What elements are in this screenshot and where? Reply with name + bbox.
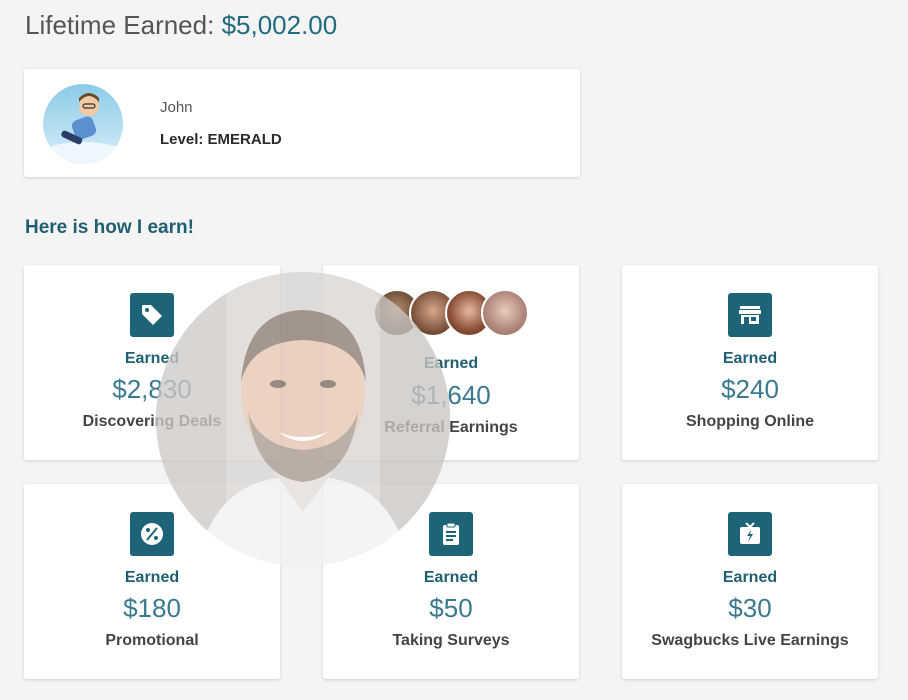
profile-level: Level: EMERALD [160, 131, 282, 148]
price-tag-icon [130, 293, 174, 337]
profile-name: John [160, 99, 193, 116]
referral-avatar [481, 289, 529, 337]
lifetime-earned-amount: $5,002.00 [221, 10, 338, 40]
clipboard-icon [429, 512, 473, 556]
percent-badge-icon [130, 512, 174, 556]
lifetime-earned-heading: Lifetime Earned: $5,002.00 [25, 10, 337, 41]
earning-category-label: Promotional [105, 632, 199, 649]
earned-value: $240 [721, 374, 779, 404]
earned-value: $50 [429, 593, 473, 623]
earned-label: Earned [722, 569, 778, 586]
storefront-icon [728, 293, 772, 337]
earned-label: Earned [124, 569, 180, 586]
earning-category-label: Taking Surveys [392, 632, 510, 649]
earned-label: Earned [722, 350, 778, 367]
earning-card-shopping[interactable]: Earned $240 Shopping Online [622, 265, 878, 460]
earning-card-swagbucks-live[interactable]: Earned $30 Swagbucks Live Earnings [622, 484, 878, 679]
user-portrait-overlay [156, 272, 450, 566]
profile-card: John Level: EMERALD [24, 69, 580, 177]
section-title: Here is how I earn! [25, 217, 194, 238]
earned-value: $180 [123, 593, 181, 623]
earned-value: $30 [728, 593, 772, 623]
lifetime-earned-label: Lifetime Earned: [25, 10, 215, 40]
earning-category-label: Shopping Online [686, 413, 814, 430]
tv-lightning-icon [728, 512, 772, 556]
earned-label: Earned [423, 569, 479, 586]
avatar[interactable] [43, 84, 123, 164]
earning-category-label: Swagbucks Live Earnings [651, 632, 849, 649]
